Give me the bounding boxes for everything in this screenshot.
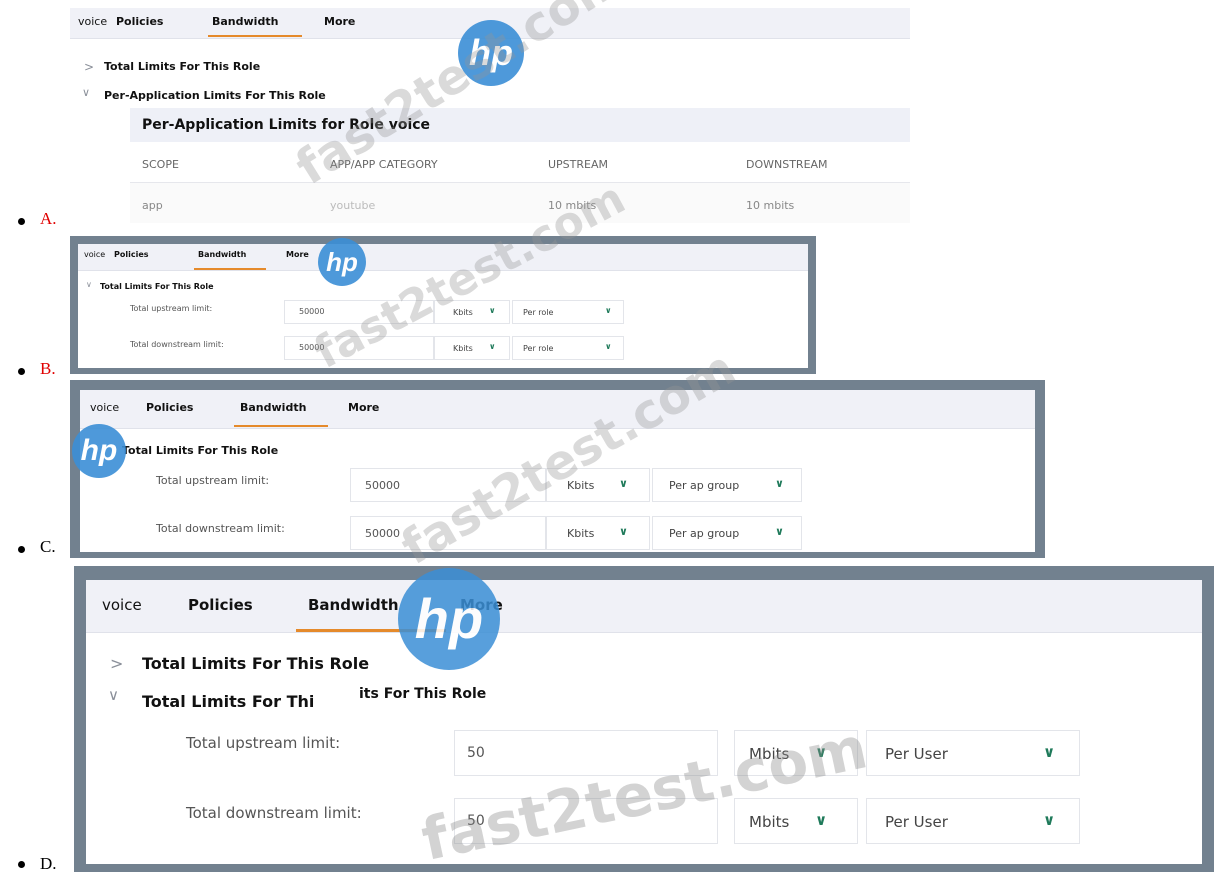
scope-value: Per User [885, 813, 948, 831]
upstream-limit-value: 50000 [365, 479, 400, 492]
column-header: SCOPE [142, 158, 179, 171]
column-header: UPSTREAM [548, 158, 608, 171]
option-d-label[interactable]: D. [40, 854, 57, 874]
downstream-limit-label: Total downstream limit: [130, 340, 224, 349]
scope-value: Per User [885, 745, 948, 763]
chevron-down-icon: ∨ [815, 811, 828, 829]
table-cell: 10 mbits [746, 199, 795, 212]
tab-bar: voice Policies Bandwidth More [80, 390, 1035, 429]
upstream-limit-value: 50000 [299, 307, 325, 316]
downstream-scope-select[interactable]: Per role ∨ [512, 336, 624, 360]
upstream-scope-select[interactable]: Per ap group ∨ [652, 468, 802, 502]
tab-more[interactable]: More [348, 401, 379, 414]
unit-value: Kbits [567, 527, 595, 540]
chevron-down-icon[interactable]: ∨ [82, 86, 90, 99]
option-a-bullet [18, 218, 25, 225]
option-b-bullet [18, 368, 25, 375]
tab-policies[interactable]: Policies [116, 15, 163, 28]
tab-bandwidth[interactable]: Bandwidth [308, 596, 399, 614]
tab-voice[interactable]: voice [78, 15, 107, 28]
per-app-table: Per-Application Limits for Role voice SC… [130, 108, 910, 230]
active-tab-indicator [208, 35, 302, 37]
hp-logo-watermark: hp [72, 424, 126, 478]
chevron-down-icon[interactable]: ∨ [108, 686, 119, 704]
upstream-scope-select[interactable]: Per role ∨ [512, 300, 624, 324]
downstream-scope-select[interactable]: Per User ∨ [866, 798, 1080, 844]
section-total-limits-expanded[interactable]: Total Limits For Thi [142, 692, 314, 711]
section-total-limits-overlap: its For This Role [359, 686, 487, 702]
downstream-limit-label: Total downstream limit: [186, 804, 362, 822]
chevron-down-icon: ∨ [775, 477, 784, 490]
section-total-limits[interactable]: Total Limits For This Role [104, 60, 260, 73]
downstream-unit-select[interactable]: Kbits ∨ [434, 336, 510, 360]
chevron-down-icon: ∨ [1043, 811, 1056, 829]
option-c-label[interactable]: C. [40, 537, 56, 557]
chevron-down-icon: ∨ [619, 477, 628, 490]
section-total-limits[interactable]: Total Limits For This Role [122, 444, 278, 457]
tab-voice[interactable]: voice [84, 250, 105, 259]
option-b-label[interactable]: B. [40, 359, 56, 379]
unit-value: Mbits [749, 813, 790, 831]
table-cell: youtube [330, 199, 376, 212]
chevron-down-icon[interactable]: ∨ [86, 280, 92, 289]
chevron-down-icon: ∨ [605, 342, 612, 351]
active-tab-indicator [234, 425, 328, 427]
tab-bandwidth[interactable]: Bandwidth [240, 401, 306, 414]
tab-voice[interactable]: voice [90, 401, 119, 414]
chevron-down-icon: ∨ [775, 525, 784, 538]
tab-bandwidth[interactable]: Bandwidth [212, 15, 278, 28]
upstream-limit-value: 50 [467, 745, 485, 761]
table-cell: app [142, 199, 163, 212]
section-total-limits[interactable]: Total Limits For This Role [100, 282, 214, 291]
section-per-app-limits[interactable]: Per-Application Limits For This Role [104, 89, 326, 102]
chevron-right-icon[interactable]: > [110, 654, 123, 673]
chevron-down-icon: ∨ [1043, 743, 1056, 761]
option-c-bullet [18, 546, 25, 553]
tab-policies[interactable]: Policies [188, 596, 253, 614]
chevron-down-icon: ∨ [489, 306, 496, 315]
option-a-label[interactable]: A. [40, 209, 57, 229]
unit-value: Kbits [453, 344, 473, 353]
hp-logo-watermark: hp [398, 568, 500, 670]
downstream-scope-select[interactable]: Per ap group ∨ [652, 516, 802, 550]
tab-voice[interactable]: voice [102, 596, 142, 614]
upstream-limit-label: Total upstream limit: [156, 474, 270, 487]
scope-value: Per ap group [669, 527, 740, 540]
upstream-limit-label: Total upstream limit: [130, 304, 213, 313]
chevron-down-icon: ∨ [605, 306, 612, 315]
tab-policies[interactable]: Policies [146, 401, 193, 414]
tab-bandwidth[interactable]: Bandwidth [198, 250, 246, 259]
tab-more[interactable]: More [286, 250, 309, 259]
downstream-unit-select[interactable]: Kbits ∨ [546, 516, 650, 550]
scope-value: Per role [523, 344, 554, 353]
hp-logo-watermark: hp [318, 238, 366, 286]
upstream-limit-label: Total upstream limit: [186, 734, 341, 752]
downstream-limit-label: Total downstream limit: [156, 522, 285, 535]
tab-policies[interactable]: Policies [114, 250, 149, 259]
section-total-limits[interactable]: Total Limits For This Role [142, 654, 369, 673]
active-tab-indicator [194, 268, 266, 270]
column-header: DOWNSTREAM [746, 158, 828, 171]
scope-value: Per ap group [669, 479, 740, 492]
chevron-down-icon: ∨ [489, 342, 496, 351]
tab-bar: voice Policies Bandwidth More [86, 580, 1202, 633]
upstream-scope-select[interactable]: Per User ∨ [866, 730, 1080, 776]
chevron-down-icon: ∨ [619, 525, 628, 538]
chevron-right-icon[interactable]: > [84, 60, 94, 74]
tab-more[interactable]: More [324, 15, 355, 28]
scope-value: Per role [523, 308, 554, 317]
option-d-bullet [18, 861, 25, 868]
